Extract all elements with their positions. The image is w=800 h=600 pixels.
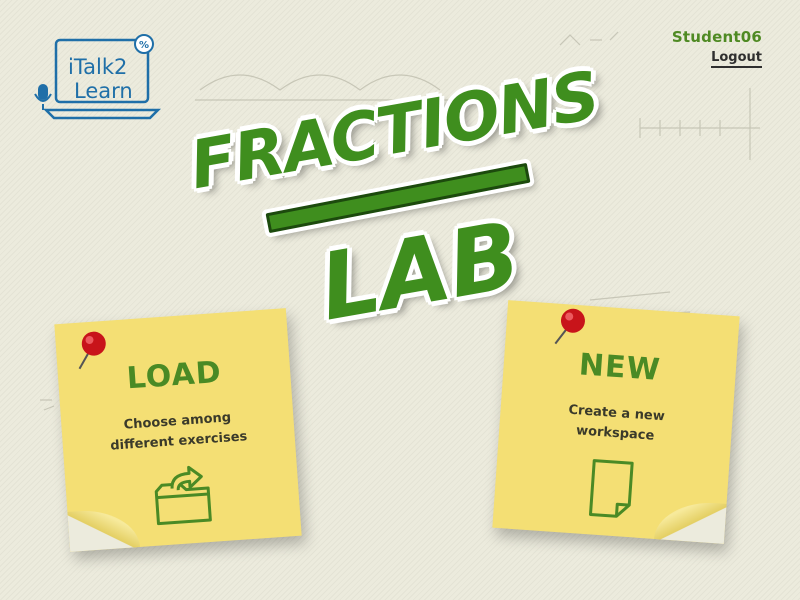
new-document-icon bbox=[588, 459, 634, 518]
svg-text:iTalk2: iTalk2 bbox=[68, 55, 127, 79]
title-word-lab: LAB bbox=[311, 200, 529, 343]
new-description: Create a new workspace bbox=[567, 402, 666, 444]
svg-text:Learn: Learn bbox=[74, 79, 133, 103]
folder-open-icon bbox=[154, 465, 212, 526]
title-word-fractions: FRACTIONS bbox=[183, 55, 606, 206]
new-title: NEW bbox=[577, 347, 662, 388]
italk2learn-logo: % iTalk2 Learn bbox=[34, 34, 162, 120]
svg-text:%: % bbox=[139, 40, 149, 51]
new-card[interactable]: NEW Create a new workspace bbox=[492, 300, 740, 544]
username: Student06 bbox=[671, 28, 762, 46]
load-description: Choose among different exercises bbox=[109, 410, 248, 454]
load-card[interactable]: LOAD Choose among different exercises bbox=[54, 308, 302, 552]
logout-link[interactable]: Logout bbox=[711, 50, 762, 68]
user-panel: Student06 Logout bbox=[672, 28, 762, 68]
fractions-lab-title: FRACTIONS LAB bbox=[180, 55, 606, 350]
